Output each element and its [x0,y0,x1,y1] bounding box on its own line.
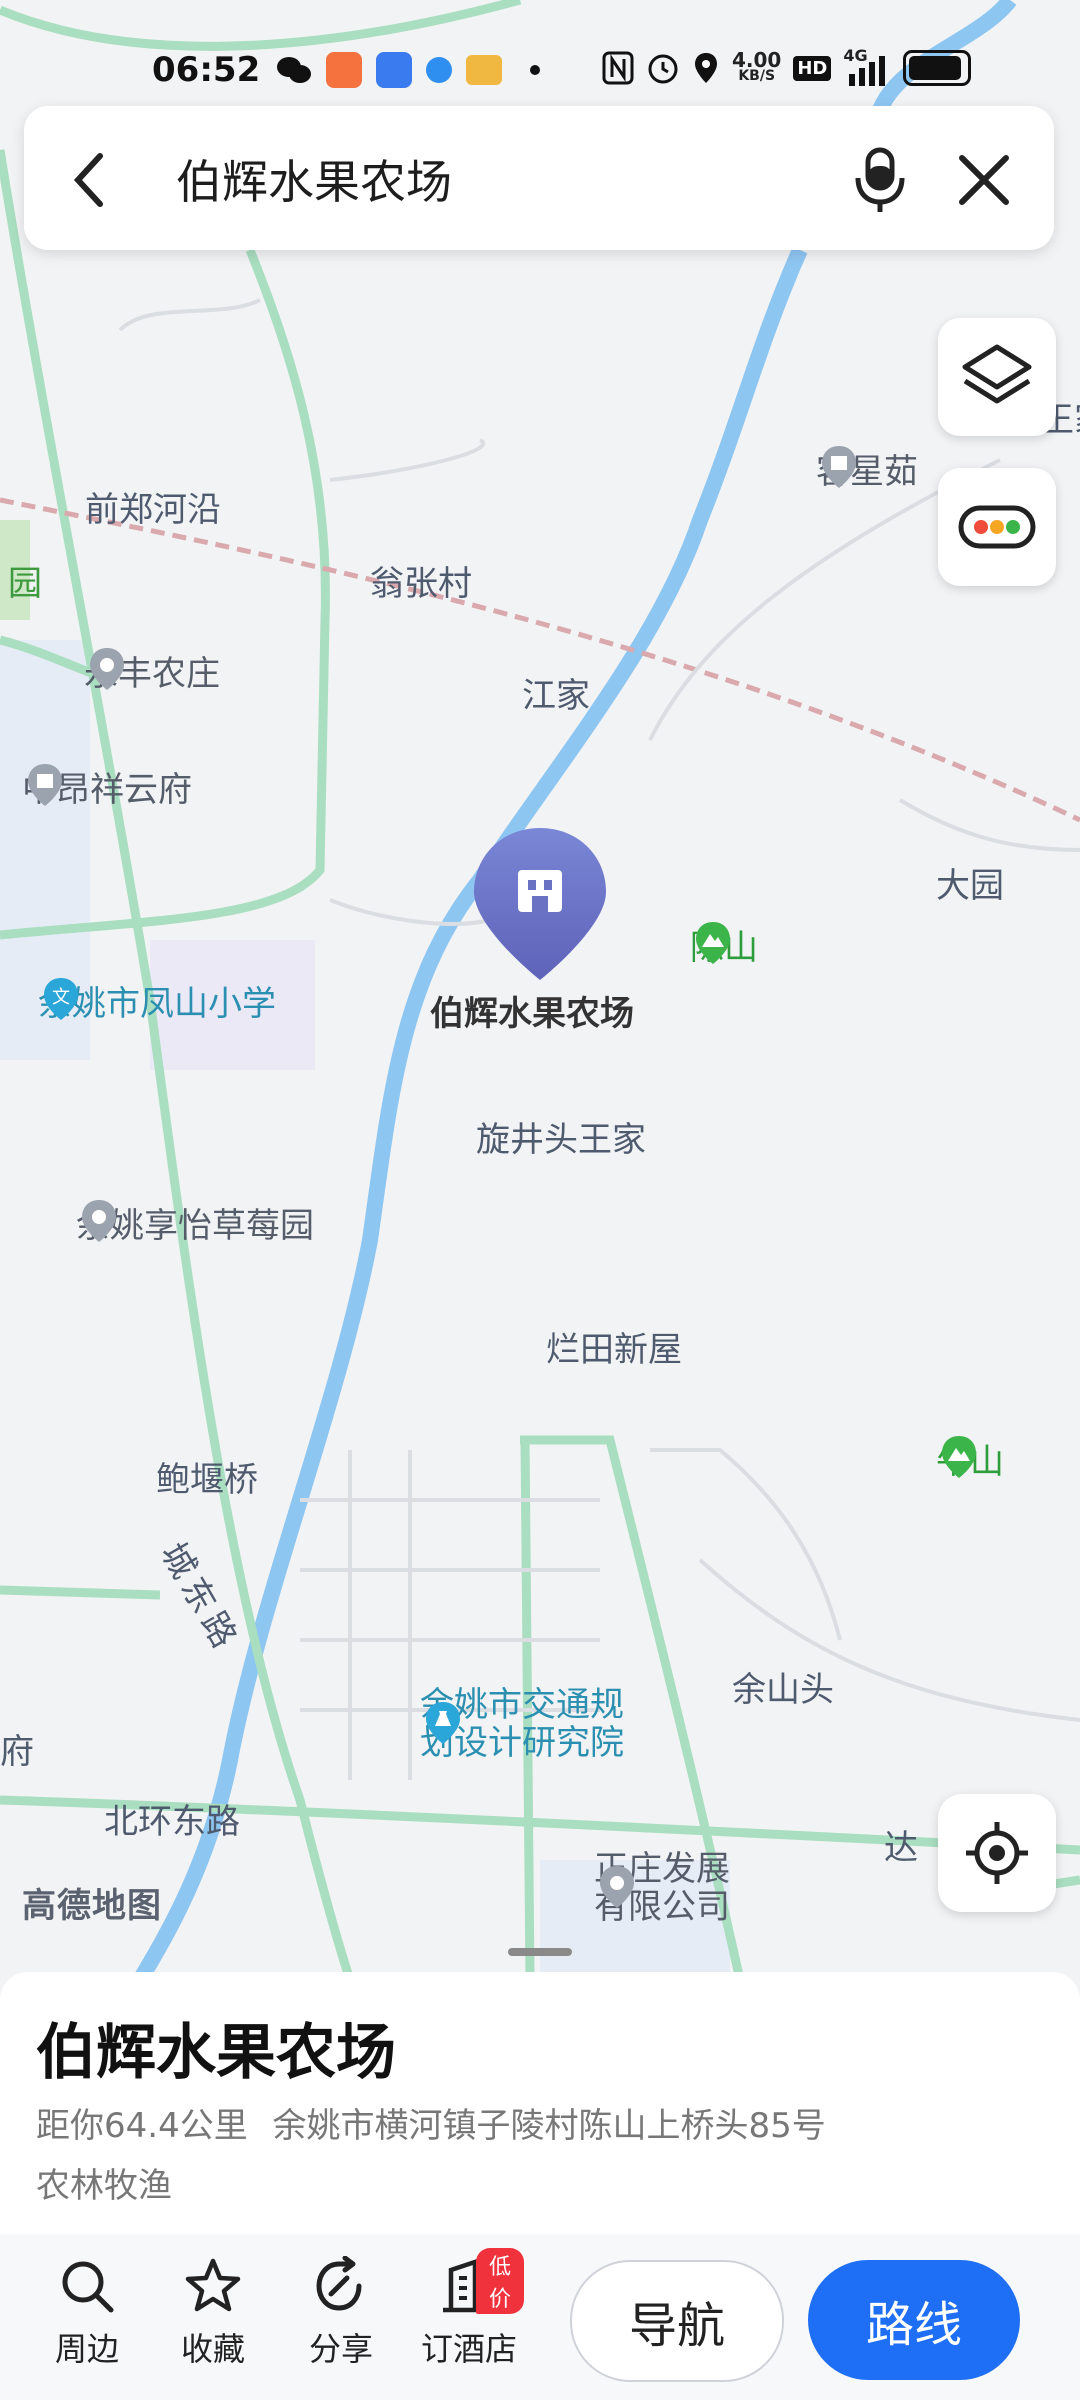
app-icon [326,52,362,88]
location-pin-icon [82,1200,116,1242]
navigate-button[interactable]: 导航 [570,2260,784,2382]
selected-marker-label: 伯辉水果农场 [430,994,634,1034]
place-label: 大园 [936,866,1004,906]
system-icons: 4.00 KB/S HD 4G [602,46,972,86]
hotel-button[interactable]: 订酒店 低价 [414,2248,524,2370]
nfc-icon [602,51,634,85]
road [118,298,261,332]
poi-caomei[interactable]: 余姚享怡草莓园 [76,1198,314,1247]
back-arrow-icon[interactable] [68,150,108,210]
action-bar: 周边 收藏 分享 订酒店 低价 导航 路线 [0,2234,1080,2400]
signal-icon: 4G [843,46,891,86]
drag-handle[interactable] [508,1948,572,1956]
app-icon [426,57,452,83]
building-pin-icon [822,446,856,488]
road [300,1498,600,1712]
poi-jiaotong[interactable]: 余姚市交通规 划设计研究院 [420,1686,624,1762]
more-dot-icon [530,65,540,75]
share-label: 分享 [308,2330,373,2368]
mountain-pin-icon [942,1436,976,1478]
alarm-icon [648,54,678,84]
flask-pin-icon [426,1702,460,1744]
road-label: 北环东路 [104,1802,240,1842]
nearby-button[interactable]: 周边 [32,2254,142,2370]
place-label: 达 [884,1828,918,1868]
low-price-badge: 低价 [476,2248,524,2314]
road [0,1585,161,1600]
battery-icon [903,50,972,86]
close-icon[interactable] [954,150,1014,210]
search-input[interactable]: 伯辉水果农场 [176,146,452,212]
locate-me-button[interactable] [938,1794,1056,1912]
place-label: 园 [8,564,42,604]
place-label: 烂田新屋 [546,1330,682,1370]
poi-zhongang[interactable]: 中昂祥云府 [22,762,192,811]
mountain-pin-icon [696,922,730,964]
notification-icons [276,52,540,88]
search-bar: 伯辉水果农场 [24,106,1054,250]
app-icon [376,52,412,88]
map-logo: 高德地图 [22,1886,162,1926]
traffic-button[interactable] [938,468,1056,586]
favorite-button[interactable]: 收藏 [158,2254,268,2370]
place-title: 伯辉水果农场 [36,2018,396,2088]
location-pin-icon [600,1866,634,1908]
hotel-label: 订酒店 [420,2330,517,2368]
road [898,798,1080,852]
location-pin-icon [90,648,124,690]
search-icon [62,2261,114,2313]
wechat-icon [277,57,311,83]
place-address: 余姚市横河镇子陵村陈山上桥头85号 [272,2106,826,2146]
crosshair-icon [966,1822,1028,1884]
layers-icon [962,344,1032,404]
favorite-label: 收藏 [180,2330,245,2368]
place-label: 旋井头王家 [476,1120,646,1160]
status-time: 06:52 [152,50,261,90]
place-category: 农林牧渔 [36,2166,172,2206]
building-marker-icon [474,828,606,980]
star-icon [185,2258,241,2312]
place-label: 府 [0,1732,34,1772]
net-speed: 4.00 KB/S [732,48,782,84]
svg-text:文: 文 [52,987,70,1008]
place-label: 鲍堰桥 [156,1460,258,1500]
layers-button[interactable] [938,318,1056,436]
hd-badge: HD [793,55,832,81]
place-distance: 距你64.4公里 [36,2106,248,2146]
place-label: 翁张村 [370,564,472,604]
poi-zhengzhuang[interactable]: 正庄发展 有限公司 [594,1850,730,1926]
selected-location-marker[interactable] [470,824,610,984]
share-button[interactable]: 分享 [286,2254,396,2370]
poi-fengshan-school[interactable]: 文 余姚市凤山小学 [38,976,276,1025]
place-label: 江家 [522,676,590,716]
microphone-icon[interactable] [850,146,910,216]
road [0,0,522,51]
poi-niushan[interactable]: 牛山 [936,1434,1004,1483]
road [650,1448,842,1641]
app-icon [466,55,502,85]
place-label: 余山头 [732,1670,834,1710]
road [329,438,485,482]
building-pin-icon [28,764,62,806]
location-icon [695,53,717,83]
map-view[interactable]: 前郑河沿 翁张村 江家 大园 旋井头王家 烂田新屋 鲍堰桥 城东路 余山头 北环… [0,0,1080,1980]
share-icon [316,2256,362,2311]
poi-chenshan[interactable]: 陈山 [690,920,758,969]
route-button[interactable]: 路线 [808,2260,1020,2380]
poi-yongfeng[interactable]: 永丰农庄 [84,646,220,695]
place-label: 前郑河沿 [85,490,221,530]
poi-kexing[interactable]: 客星茹 [816,444,918,493]
place-info: 距你64.4公里 余姚市横河镇子陵村陈山上桥头85号 [36,2098,826,2147]
traffic-light-icon [958,505,1036,549]
nearby-label: 周边 [54,2330,119,2368]
school-pin-icon: 文 [44,978,78,1020]
